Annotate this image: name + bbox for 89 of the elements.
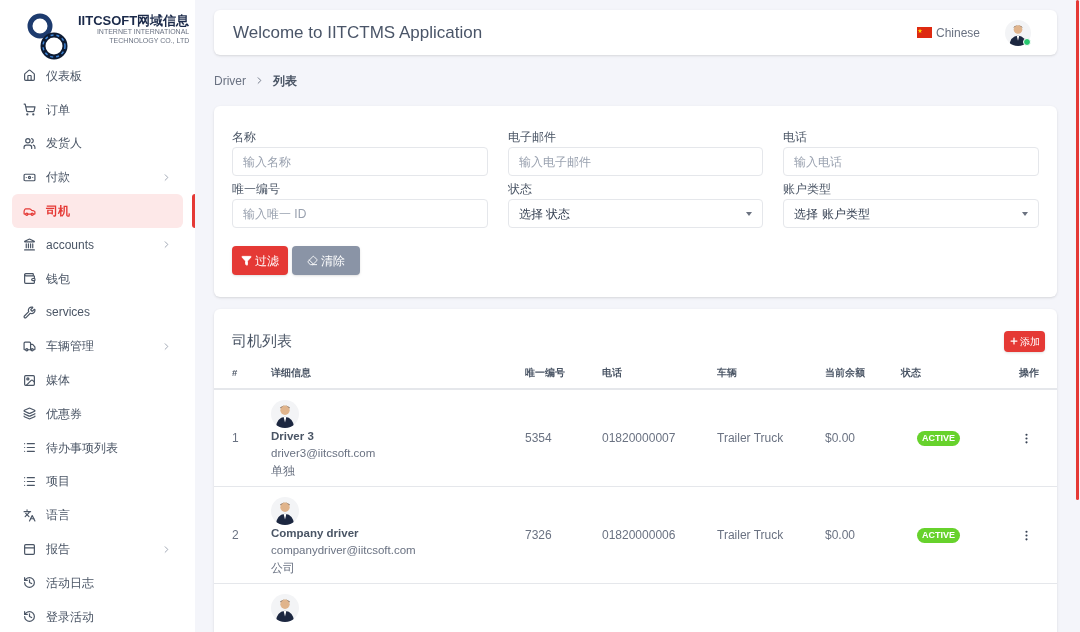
table-cell-text: 5354 — [525, 430, 553, 447]
history-icon — [23, 576, 36, 590]
caret-icon — [746, 211, 753, 216]
filter-button[interactable]: 过滤 — [232, 246, 288, 275]
language-icon — [23, 508, 36, 522]
field-label: 电话 — [783, 130, 809, 144]
users-icon — [23, 137, 36, 150]
wallet-icon — [23, 272, 36, 286]
sidebar-item[interactable]: 待办事项列表 — [12, 430, 183, 465]
sidebar-item[interactable]: services — [12, 295, 183, 330]
eraser-icon — [307, 255, 318, 266]
status-badge: ACTIVE — [917, 527, 960, 543]
field-label: 唯一编号 — [232, 182, 281, 196]
table-cell-text: $0.00 — [825, 527, 857, 544]
column-header: # — [232, 366, 239, 381]
sidebar-item[interactable]: 钱包 — [12, 261, 183, 296]
plus-icon — [1009, 336, 1019, 346]
input-field[interactable]: 输入电话 — [783, 147, 1039, 176]
driver-email: driver3@iitcsoft.com — [271, 446, 376, 462]
house-icon — [23, 69, 36, 83]
field-label: 账户类型 — [783, 182, 833, 196]
column-header: 当前余额 — [825, 366, 866, 381]
sidebar-item[interactable]: 语言 — [12, 498, 183, 533]
breadcrumb-link[interactable]: Driver — [214, 71, 246, 90]
filter-icon — [241, 255, 252, 266]
table-cell-text: Trailer Truck — [717, 527, 785, 544]
field-label: 状态 — [507, 182, 533, 196]
input-field[interactable]: 输入唯一 ID — [232, 199, 488, 228]
sidebar-item[interactable]: 发货人 — [12, 126, 183, 161]
layers-icon — [23, 407, 36, 421]
field-label: 电子邮件 — [507, 130, 557, 144]
driver-type: 公司 — [271, 560, 295, 576]
status-badge: ACTIVE — [917, 430, 960, 446]
column-header: 电话 — [602, 366, 623, 381]
driver-email: companydriver@iitcsoft.com — [271, 543, 416, 559]
sidebar-item[interactable]: 登录活动 — [12, 599, 183, 632]
sidebar-item[interactable]: 媒体 — [12, 363, 183, 397]
row-number: 2 — [232, 527, 240, 544]
avatar — [1005, 19, 1031, 46]
sidebar-item[interactable]: accounts — [12, 228, 183, 262]
image-icon — [23, 373, 36, 387]
avatar — [271, 400, 299, 428]
language-link[interactable]: Chinese — [935, 23, 980, 42]
list-icon — [23, 474, 36, 488]
table-cell-text: 01820000007 — [602, 430, 677, 447]
wrench-icon — [23, 305, 36, 319]
sidebar-item[interactable]: 仪表板 — [12, 59, 183, 93]
driver-name: Company driver — [271, 526, 359, 541]
table-cell-text: 01820000006 — [602, 527, 677, 544]
table-cell-text: Trailer Truck — [717, 430, 785, 447]
active-indicator — [192, 194, 195, 228]
sidebar-item[interactable]: 报告 — [12, 532, 183, 566]
row-number: 1 — [232, 430, 240, 447]
column-header: 车辆 — [717, 366, 738, 381]
input-field[interactable]: 输入电子邮件 — [507, 147, 764, 176]
add-button[interactable]: 添加 — [1004, 330, 1045, 352]
column-header: 详细信息 — [271, 366, 312, 381]
logo-name: IITCSOFT网域信息 — [78, 14, 190, 27]
input-field[interactable]: 输入名称 — [232, 147, 488, 176]
select-field[interactable]: 选择 账户类型 — [783, 199, 1039, 228]
avatar — [271, 497, 299, 525]
table-cell-text: $0.00 — [825, 430, 857, 447]
sidebar-item[interactable]: 车辆管理 — [12, 329, 183, 364]
column-header: 操作 — [1019, 366, 1039, 381]
table-title: 司机列表 — [232, 330, 292, 351]
column-header: 状态 — [901, 366, 922, 381]
sidebar-item[interactable]: 优惠券 — [12, 396, 183, 431]
driver-name: Driver 3 — [271, 429, 314, 444]
sidebar-item[interactable]: 司机 — [12, 194, 183, 228]
table-cell-text: 7326 — [525, 527, 553, 544]
cart-icon — [23, 103, 36, 117]
sidebar-item[interactable]: 项目 — [12, 464, 183, 499]
select-field[interactable]: 选择 状态 — [507, 199, 764, 228]
sidebar-item[interactable]: 活动日志 — [12, 565, 183, 600]
field-label: 名称 — [232, 130, 257, 144]
breadcrumb-current: 列表 — [273, 72, 297, 90]
sidebar-item[interactable]: 订单 — [12, 92, 183, 127]
driver-type: 单独 — [271, 463, 295, 479]
flag-icon — [916, 27, 932, 38]
list-icon — [23, 441, 36, 455]
truck-icon — [23, 339, 36, 353]
avatar — [271, 594, 299, 622]
column-header: 唯一编号 — [525, 366, 566, 381]
history-icon — [23, 610, 36, 624]
panel-icon — [23, 542, 36, 556]
bank-icon — [23, 238, 36, 252]
caret-icon — [1022, 211, 1028, 216]
sidebar-item[interactable]: 付款 — [12, 160, 183, 195]
welcome-title: Welcome to IITCTMS Application — [233, 21, 484, 44]
